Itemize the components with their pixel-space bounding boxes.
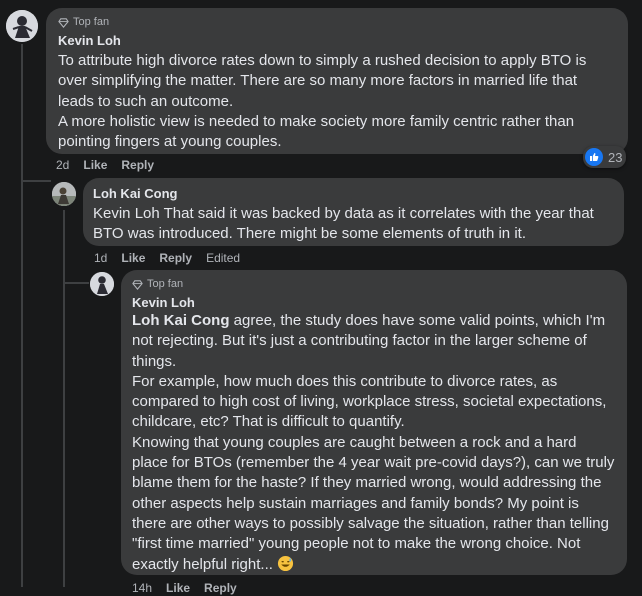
reply-button[interactable]: Reply xyxy=(121,157,154,173)
like-icon xyxy=(585,148,603,166)
comment-actions: 1d Like Reply Edited xyxy=(94,250,240,266)
like-button[interactable]: Like xyxy=(121,250,145,266)
comment-bubble: Top fan Kevin Loh To attribute high divo… xyxy=(46,8,628,154)
comment-paragraph: Loh Kai Cong agree, the study does have … xyxy=(132,311,616,372)
comment-paragraph: To attribute high divorce rates down to … xyxy=(58,52,587,110)
diamond-icon xyxy=(132,280,143,290)
mention-link[interactable]: Loh Kai Cong xyxy=(132,312,230,329)
reaction-count: 23 xyxy=(608,149,623,165)
reply-button[interactable]: Reply xyxy=(204,580,237,596)
comment-bubble: Loh Kai Cong Kevin Loh That said it was … xyxy=(83,178,624,246)
top-fan-badge: Top fan xyxy=(58,16,616,29)
comment-timestamp[interactable]: 2d xyxy=(56,157,69,173)
comment-author[interactable]: Kevin Loh xyxy=(58,33,616,49)
avatar[interactable] xyxy=(90,272,114,296)
comment-actions: 14h Like Reply xyxy=(132,580,237,596)
comment-paragraph: A more holistic view is needed to make s… xyxy=(58,112,575,151)
comment-actions: 2d Like Reply xyxy=(56,157,154,173)
thread-line-connector-2 xyxy=(63,282,89,284)
comment-text: To attribute high divorce rates down to … xyxy=(58,51,616,152)
comment-text: Loh Kai Cong agree, the study does have … xyxy=(132,311,616,578)
comment-text: Kevin Loh That said it was backed by dat… xyxy=(93,204,614,245)
avatar[interactable] xyxy=(6,10,38,42)
comment-paragraph: Kevin Loh That said it was backed by dat… xyxy=(93,205,594,243)
avatar-image xyxy=(6,10,38,42)
sweat-smile-emoji xyxy=(277,555,294,578)
thread-line-main xyxy=(21,44,23,587)
avatar-image xyxy=(52,182,76,206)
comment-bubble: Top fan Kevin Loh Loh Kai Cong agree, th… xyxy=(121,270,627,575)
diamond-icon xyxy=(58,18,69,28)
comment-paragraph-text: Knowing that young couples are caught be… xyxy=(132,433,615,573)
comment-timestamp[interactable]: 14h xyxy=(132,580,152,596)
top-fan-badge: Top fan xyxy=(132,278,616,291)
comment-paragraph: For example, how much does this contribu… xyxy=(132,372,607,431)
badge-label: Top fan xyxy=(73,16,110,28)
like-button[interactable]: Like xyxy=(83,157,107,173)
thread-line-nested xyxy=(63,210,65,587)
avatar[interactable] xyxy=(52,182,76,206)
comment-timestamp[interactable]: 1d xyxy=(94,250,107,266)
like-button[interactable]: Like xyxy=(166,580,190,596)
badge-label: Top fan xyxy=(147,278,184,290)
reaction-summary[interactable]: 23 xyxy=(583,146,627,168)
thread-line-connector-1 xyxy=(21,180,51,182)
avatar-image xyxy=(90,272,114,296)
comment-author[interactable]: Loh Kai Cong xyxy=(93,186,614,202)
comment-author[interactable]: Kevin Loh xyxy=(132,295,616,311)
reply-button[interactable]: Reply xyxy=(159,250,192,266)
comment-paragraph: Knowing that young couples are caught be… xyxy=(132,433,616,578)
edited-label[interactable]: Edited xyxy=(206,250,240,266)
